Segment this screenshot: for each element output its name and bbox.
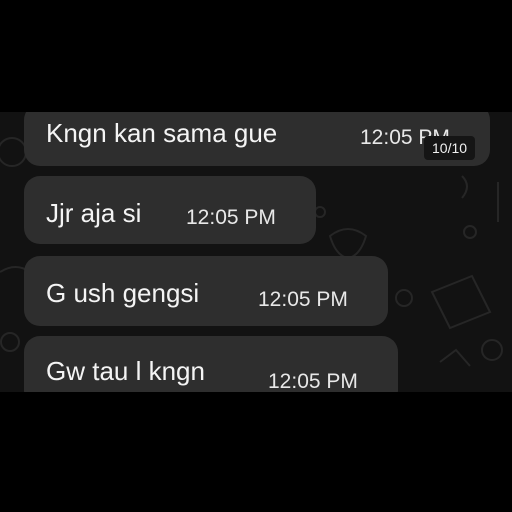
message-time: 12:05 PM: [186, 206, 276, 229]
page-counter: 10/10: [424, 136, 476, 160]
message-text: G ush gengsi: [46, 278, 200, 308]
message-bubble[interactable]: Kngn kan sama gue 12:05 PM: [24, 112, 490, 166]
screenshot-frame: Kngn kan sama gue 12:05 PM Jjr aja si 12…: [0, 0, 512, 512]
message-text: Jjr aja si: [46, 198, 142, 228]
message-bubble[interactable]: G ush gengsi 12:05 PM: [24, 256, 388, 326]
message-bubble[interactable]: Jjr aja si 12:05 PM: [24, 176, 316, 244]
message-text: Kngn kan sama gue: [46, 118, 278, 148]
message-bubble[interactable]: Gw tau l kngn 12:05 PM: [24, 336, 398, 392]
message-time: 12:05 PM: [258, 288, 348, 311]
message-text: Gw tau l kngn: [46, 356, 205, 386]
message-time: 12:05 PM: [268, 370, 358, 392]
